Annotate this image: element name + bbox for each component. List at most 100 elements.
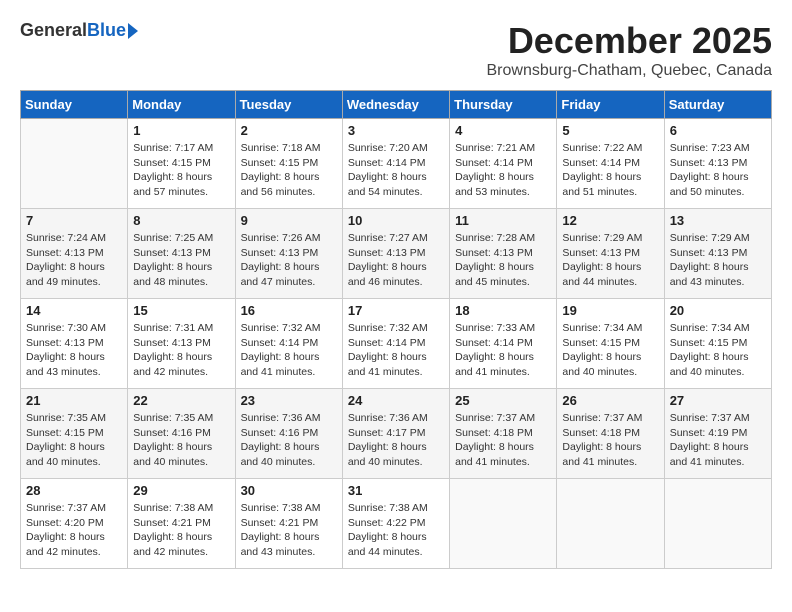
calendar-cell: 17 Sunrise: 7:32 AMSunset: 4:14 PMDaylig…	[342, 299, 449, 389]
calendar-cell: 31 Sunrise: 7:38 AMSunset: 4:22 PMDaylig…	[342, 479, 449, 569]
weekday-header-thursday: Thursday	[450, 91, 557, 119]
day-number: 14	[26, 303, 122, 318]
day-info: Sunrise: 7:31 AMSunset: 4:13 PMDaylight:…	[133, 321, 229, 380]
logo-general-text: General	[20, 20, 87, 41]
weekday-header-tuesday: Tuesday	[235, 91, 342, 119]
day-info: Sunrise: 7:22 AMSunset: 4:14 PMDaylight:…	[562, 141, 658, 200]
day-number: 5	[562, 123, 658, 138]
calendar-cell: 18 Sunrise: 7:33 AMSunset: 4:14 PMDaylig…	[450, 299, 557, 389]
calendar-cell: 10 Sunrise: 7:27 AMSunset: 4:13 PMDaylig…	[342, 209, 449, 299]
calendar-cell: 15 Sunrise: 7:31 AMSunset: 4:13 PMDaylig…	[128, 299, 235, 389]
page-header: General Blue December 2025 Brownsburg-Ch…	[20, 20, 772, 80]
calendar-cell: 22 Sunrise: 7:35 AMSunset: 4:16 PMDaylig…	[128, 389, 235, 479]
day-info: Sunrise: 7:32 AMSunset: 4:14 PMDaylight:…	[241, 321, 337, 380]
day-info: Sunrise: 7:33 AMSunset: 4:14 PMDaylight:…	[455, 321, 551, 380]
weekday-header-friday: Friday	[557, 91, 664, 119]
calendar-cell: 1 Sunrise: 7:17 AMSunset: 4:15 PMDayligh…	[128, 119, 235, 209]
calendar-cell: 2 Sunrise: 7:18 AMSunset: 4:15 PMDayligh…	[235, 119, 342, 209]
day-number: 7	[26, 213, 122, 228]
calendar-cell: 28 Sunrise: 7:37 AMSunset: 4:20 PMDaylig…	[21, 479, 128, 569]
calendar-cell: 12 Sunrise: 7:29 AMSunset: 4:13 PMDaylig…	[557, 209, 664, 299]
day-number: 18	[455, 303, 551, 318]
day-info: Sunrise: 7:37 AMSunset: 4:20 PMDaylight:…	[26, 501, 122, 560]
day-info: Sunrise: 7:29 AMSunset: 4:13 PMDaylight:…	[670, 231, 766, 290]
day-info: Sunrise: 7:27 AMSunset: 4:13 PMDaylight:…	[348, 231, 444, 290]
calendar-cell	[21, 119, 128, 209]
day-info: Sunrise: 7:38 AMSunset: 4:21 PMDaylight:…	[241, 501, 337, 560]
calendar-cell	[450, 479, 557, 569]
day-number: 16	[241, 303, 337, 318]
day-info: Sunrise: 7:37 AMSunset: 4:18 PMDaylight:…	[455, 411, 551, 470]
day-number: 24	[348, 393, 444, 408]
calendar-cell: 20 Sunrise: 7:34 AMSunset: 4:15 PMDaylig…	[664, 299, 771, 389]
location-text: Brownsburg-Chatham, Quebec, Canada	[487, 62, 773, 80]
day-number: 28	[26, 483, 122, 498]
weekday-header-sunday: Sunday	[21, 91, 128, 119]
calendar-week-3: 14 Sunrise: 7:30 AMSunset: 4:13 PMDaylig…	[21, 299, 772, 389]
calendar-cell: 30 Sunrise: 7:38 AMSunset: 4:21 PMDaylig…	[235, 479, 342, 569]
weekday-header-monday: Monday	[128, 91, 235, 119]
day-number: 29	[133, 483, 229, 498]
day-info: Sunrise: 7:25 AMSunset: 4:13 PMDaylight:…	[133, 231, 229, 290]
day-info: Sunrise: 7:24 AMSunset: 4:13 PMDaylight:…	[26, 231, 122, 290]
day-info: Sunrise: 7:30 AMSunset: 4:13 PMDaylight:…	[26, 321, 122, 380]
logo-arrow-icon	[128, 23, 138, 39]
calendar-cell: 3 Sunrise: 7:20 AMSunset: 4:14 PMDayligh…	[342, 119, 449, 209]
calendar-table: SundayMondayTuesdayWednesdayThursdayFrid…	[20, 90, 772, 569]
calendar-cell: 11 Sunrise: 7:28 AMSunset: 4:13 PMDaylig…	[450, 209, 557, 299]
calendar-week-1: 1 Sunrise: 7:17 AMSunset: 4:15 PMDayligh…	[21, 119, 772, 209]
day-number: 22	[133, 393, 229, 408]
day-number: 1	[133, 123, 229, 138]
day-info: Sunrise: 7:17 AMSunset: 4:15 PMDaylight:…	[133, 141, 229, 200]
day-number: 23	[241, 393, 337, 408]
month-title: December 2025	[487, 20, 773, 62]
day-number: 30	[241, 483, 337, 498]
day-number: 20	[670, 303, 766, 318]
day-number: 4	[455, 123, 551, 138]
day-number: 6	[670, 123, 766, 138]
calendar-cell: 9 Sunrise: 7:26 AMSunset: 4:13 PMDayligh…	[235, 209, 342, 299]
day-number: 13	[670, 213, 766, 228]
day-number: 19	[562, 303, 658, 318]
calendar-cell: 8 Sunrise: 7:25 AMSunset: 4:13 PMDayligh…	[128, 209, 235, 299]
calendar-week-2: 7 Sunrise: 7:24 AMSunset: 4:13 PMDayligh…	[21, 209, 772, 299]
day-number: 9	[241, 213, 337, 228]
day-info: Sunrise: 7:35 AMSunset: 4:16 PMDaylight:…	[133, 411, 229, 470]
day-number: 10	[348, 213, 444, 228]
day-number: 11	[455, 213, 551, 228]
day-number: 27	[670, 393, 766, 408]
day-info: Sunrise: 7:34 AMSunset: 4:15 PMDaylight:…	[670, 321, 766, 380]
day-number: 15	[133, 303, 229, 318]
calendar-cell: 13 Sunrise: 7:29 AMSunset: 4:13 PMDaylig…	[664, 209, 771, 299]
day-info: Sunrise: 7:23 AMSunset: 4:13 PMDaylight:…	[670, 141, 766, 200]
day-info: Sunrise: 7:32 AMSunset: 4:14 PMDaylight:…	[348, 321, 444, 380]
calendar-cell: 7 Sunrise: 7:24 AMSunset: 4:13 PMDayligh…	[21, 209, 128, 299]
day-info: Sunrise: 7:38 AMSunset: 4:21 PMDaylight:…	[133, 501, 229, 560]
day-info: Sunrise: 7:36 AMSunset: 4:17 PMDaylight:…	[348, 411, 444, 470]
calendar-cell: 21 Sunrise: 7:35 AMSunset: 4:15 PMDaylig…	[21, 389, 128, 479]
day-number: 26	[562, 393, 658, 408]
day-info: Sunrise: 7:21 AMSunset: 4:14 PMDaylight:…	[455, 141, 551, 200]
day-info: Sunrise: 7:37 AMSunset: 4:18 PMDaylight:…	[562, 411, 658, 470]
day-number: 2	[241, 123, 337, 138]
calendar-cell: 27 Sunrise: 7:37 AMSunset: 4:19 PMDaylig…	[664, 389, 771, 479]
calendar-week-4: 21 Sunrise: 7:35 AMSunset: 4:15 PMDaylig…	[21, 389, 772, 479]
weekday-header-saturday: Saturday	[664, 91, 771, 119]
calendar-cell	[557, 479, 664, 569]
weekday-header-row: SundayMondayTuesdayWednesdayThursdayFrid…	[21, 91, 772, 119]
day-info: Sunrise: 7:20 AMSunset: 4:14 PMDaylight:…	[348, 141, 444, 200]
calendar-cell: 4 Sunrise: 7:21 AMSunset: 4:14 PMDayligh…	[450, 119, 557, 209]
calendar-cell: 14 Sunrise: 7:30 AMSunset: 4:13 PMDaylig…	[21, 299, 128, 389]
calendar-cell: 24 Sunrise: 7:36 AMSunset: 4:17 PMDaylig…	[342, 389, 449, 479]
calendar-cell: 29 Sunrise: 7:38 AMSunset: 4:21 PMDaylig…	[128, 479, 235, 569]
day-info: Sunrise: 7:36 AMSunset: 4:16 PMDaylight:…	[241, 411, 337, 470]
day-info: Sunrise: 7:38 AMSunset: 4:22 PMDaylight:…	[348, 501, 444, 560]
day-info: Sunrise: 7:37 AMSunset: 4:19 PMDaylight:…	[670, 411, 766, 470]
day-number: 8	[133, 213, 229, 228]
calendar-cell	[664, 479, 771, 569]
logo: General Blue	[20, 20, 138, 41]
calendar-cell: 6 Sunrise: 7:23 AMSunset: 4:13 PMDayligh…	[664, 119, 771, 209]
title-block: December 2025 Brownsburg-Chatham, Quebec…	[487, 20, 773, 80]
calendar-cell: 19 Sunrise: 7:34 AMSunset: 4:15 PMDaylig…	[557, 299, 664, 389]
logo-blue-text: Blue	[87, 20, 126, 41]
